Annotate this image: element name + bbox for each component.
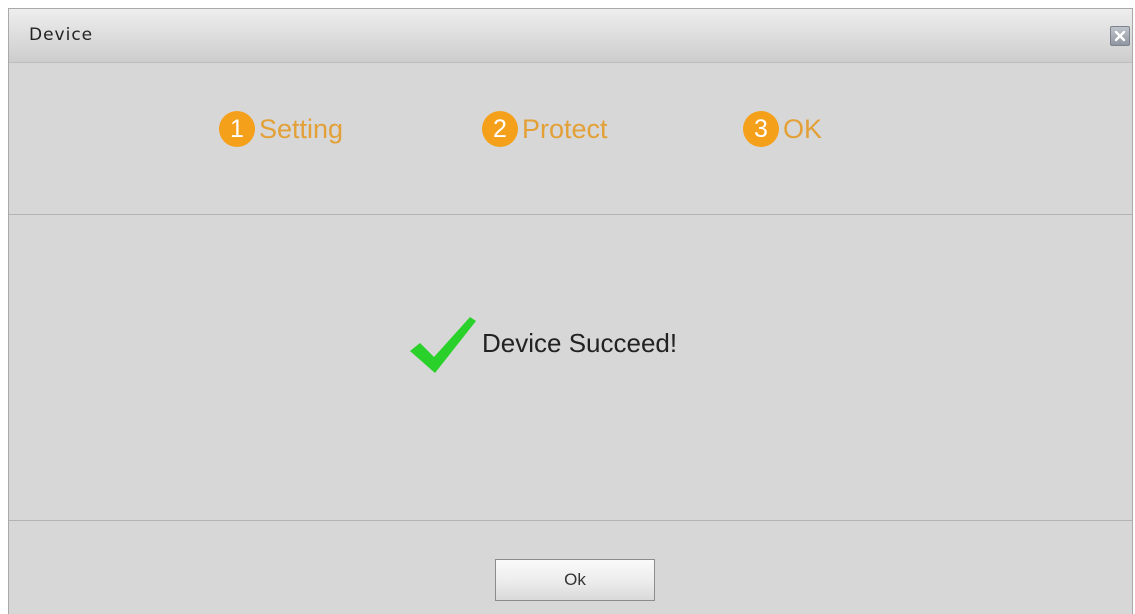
result-message: Device Succeed! (408, 311, 677, 375)
dialog-titlebar: Device (9, 9, 1132, 63)
checkmark-icon (410, 317, 476, 373)
divider (9, 520, 1132, 521)
close-icon (1114, 30, 1126, 42)
step-ok: 3 OK (743, 110, 822, 148)
close-button[interactable] (1110, 26, 1130, 46)
step-label: Setting (259, 113, 344, 144)
ok-button[interactable]: Ok (495, 559, 655, 601)
step-label: OK (783, 113, 823, 144)
success-message: Device Succeed! (482, 327, 678, 358)
step-number-badge: 1 (219, 111, 255, 147)
step-number-badge: 3 (743, 111, 779, 147)
device-dialog: Device 1 Setting 2 Protect 3 OK Device S… (8, 8, 1133, 614)
step-protect: 2 Protect (482, 110, 608, 148)
step-label: Protect (522, 113, 608, 144)
step-setting: 1 Setting (219, 110, 343, 148)
dialog-title: Device (29, 25, 94, 45)
step-indicator: 1 Setting 2 Protect 3 OK (9, 63, 1132, 214)
divider (9, 214, 1132, 215)
step-number-badge: 2 (482, 111, 518, 147)
